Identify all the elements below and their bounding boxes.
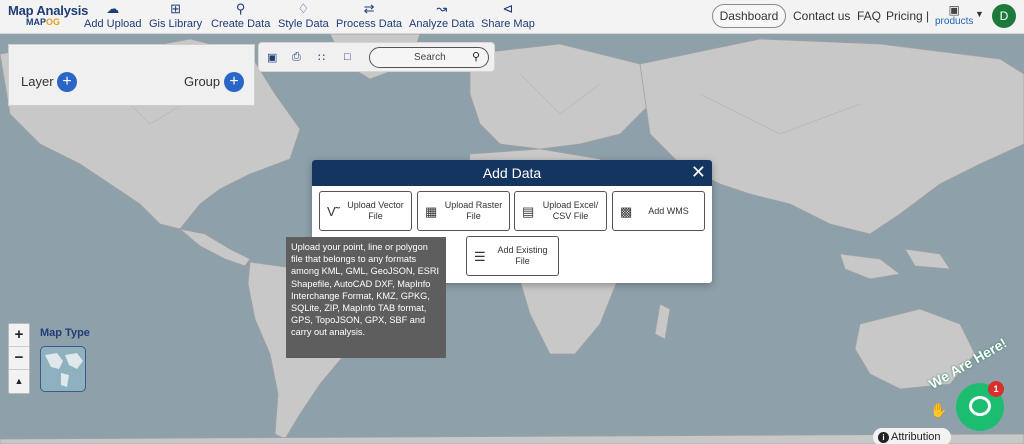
zoom-out-button[interactable]: − (9, 347, 29, 370)
logo-subtitle: MAPOG (26, 17, 88, 27)
nav-process-data-label: Process Data (336, 18, 403, 30)
map-type-thumbnail[interactable] (40, 346, 86, 392)
nav-gis-library[interactable]: ⊞ Gis Library (149, 1, 203, 31)
add-wms-label: Add WMS (648, 205, 689, 216)
share-icon: ⊲ (502, 1, 514, 16)
attribution-button[interactable]: i Attribution (873, 428, 951, 444)
nav-style-data[interactable]: ♢ Style Data (278, 1, 329, 31)
map-toolbar: ▣ ⎙ ∷ □ Search ⚲ (258, 42, 495, 72)
nav-analyze-data[interactable]: ↝ Analyze Data (409, 1, 475, 31)
wave-hand-icon: ✋ (930, 402, 948, 418)
logo-sub-main: MAP (26, 17, 46, 27)
analyze-icon: ↝ (436, 1, 448, 16)
app-logo[interactable]: Map Analysis MAPOG (8, 3, 88, 27)
layer-label: Layer (21, 74, 54, 89)
search-label: Search (414, 52, 446, 63)
products-menu[interactable]: ▣ products (935, 4, 973, 27)
nav-share-map-label: Share Map (481, 18, 535, 30)
zoom-control: + − ▲ (8, 323, 30, 394)
library-plus-icon: ⊞ (170, 1, 182, 16)
vector-icon: V˜ (327, 204, 340, 219)
chat-unread-badge: 1 (988, 381, 1004, 397)
add-group-button[interactable]: + (224, 72, 244, 92)
map-thumbnail-image (45, 353, 83, 387)
modal-header: Add Data ✕ (312, 160, 712, 186)
nav-add-upload-label: Add Upload (84, 18, 142, 30)
map-type-label: Map Type (40, 327, 90, 339)
user-avatar[interactable]: D (992, 4, 1016, 28)
add-wms-button[interactable]: ▩ Add WMS (612, 191, 705, 231)
image-icon: ▦ (425, 204, 438, 219)
spreadsheet-icon: ▤ (522, 204, 535, 219)
map-pin-icon: ⚲ (235, 1, 246, 16)
logo-sub-accent: OG (46, 17, 61, 27)
contact-link[interactable]: Contact us (793, 9, 850, 23)
faq-link[interactable]: FAQ (857, 9, 881, 23)
reset-north-icon[interactable]: ▲ (9, 370, 29, 393)
upload-raster-label: Upload Raster File (444, 200, 503, 221)
products-label: products (935, 16, 974, 27)
nav-gis-library-label: Gis Library (149, 18, 203, 30)
nav-create-data[interactable]: ⚲ Create Data (211, 1, 271, 31)
screenshot-icon[interactable]: ▣ (267, 51, 277, 64)
add-existing-file-button[interactable]: ☰ Add Existing File (466, 236, 559, 276)
plus-icon: + (229, 73, 239, 90)
modal-title: Add Data (482, 165, 542, 181)
nav-share-map[interactable]: ⊲ Share Map (481, 1, 535, 31)
group-label: Group (184, 74, 221, 89)
logo-title: Map Analysis (8, 3, 89, 18)
paint-bucket-icon: ♢ (297, 1, 310, 16)
comment-icon[interactable]: □ (344, 51, 351, 63)
plus-icon: + (62, 73, 72, 90)
process-icon: ⇄ (363, 1, 375, 16)
attribution-label: Attribution (891, 431, 941, 443)
upload-raster-button[interactable]: ▦ Upload Raster File (417, 191, 510, 231)
add-existing-file-label: Add Existing File (497, 245, 548, 266)
chat-bubble-icon (969, 396, 991, 416)
nav-style-data-label: Style Data (278, 18, 329, 30)
pricing-link[interactable]: Pricing | (886, 9, 929, 23)
nav-process-data[interactable]: ⇄ Process Data (336, 1, 403, 31)
cloud-upload-icon: ☁ (106, 1, 120, 16)
dashboard-button[interactable]: Dashboard (712, 4, 786, 28)
nav-analyze-data-label: Analyze Data (409, 18, 475, 30)
top-navbar: Map Analysis MAPOG ☁ Add Upload ⊞ Gis Li… (0, 0, 1024, 34)
upload-vector-button[interactable]: V˜ Upload Vector File (319, 191, 412, 231)
nav-create-data-label: Create Data (211, 18, 271, 30)
layer-panel: Layer + Group + (8, 44, 255, 106)
upload-vector-label: Upload Vector File (347, 200, 404, 221)
measure-icon[interactable]: ∷ (318, 51, 325, 64)
database-icon: ☰ (474, 249, 486, 264)
close-icon[interactable]: ✕ (691, 162, 706, 183)
zoom-in-button[interactable]: + (9, 324, 29, 347)
search-box[interactable]: Search ⚲ (369, 47, 489, 68)
wms-icon: ▩ (620, 204, 633, 219)
info-icon: i (878, 432, 889, 443)
cube-icon: ▣ (948, 3, 960, 17)
chevron-down-icon[interactable]: ▼ (975, 9, 984, 19)
nav-add-upload[interactable]: ☁ Add Upload (84, 1, 142, 31)
print-icon[interactable]: ⎙ (292, 51, 301, 64)
add-layer-button[interactable]: + (57, 72, 77, 92)
upload-excel-csv-label: Upload Excel/ CSV File (542, 200, 599, 221)
vector-upload-tooltip: Upload your point, line or polygon file … (286, 237, 446, 358)
upload-excel-csv-button[interactable]: ▤ Upload Excel/ CSV File (514, 191, 607, 231)
search-icon[interactable]: ⚲ (472, 50, 480, 63)
